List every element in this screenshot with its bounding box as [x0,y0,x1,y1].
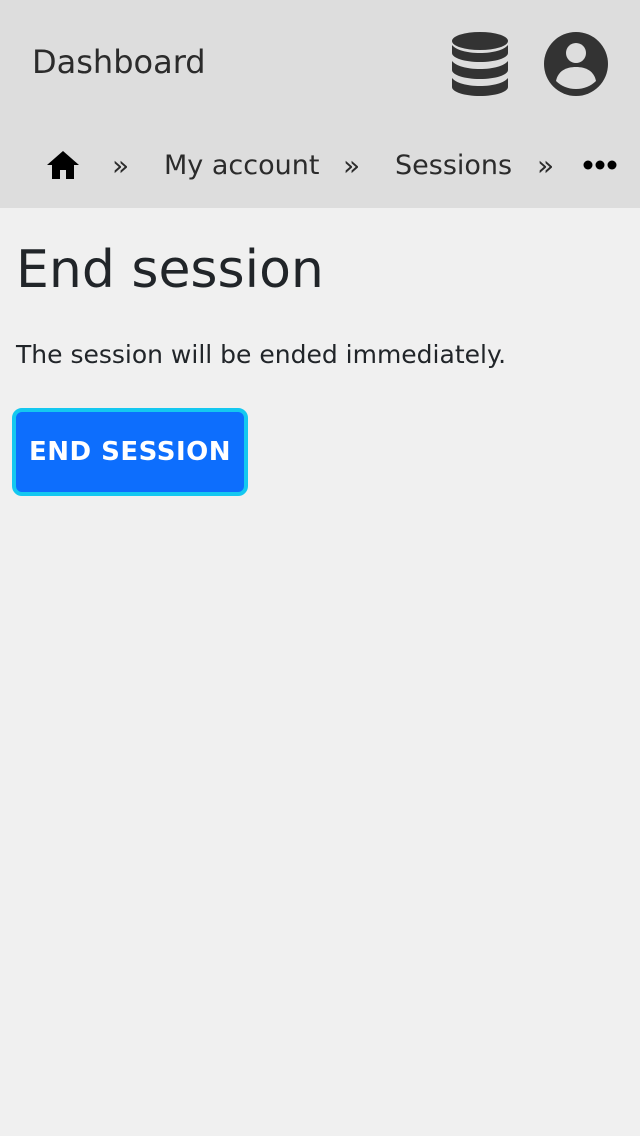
session-end-description: The session will be ended immediately. [16,340,507,369]
breadcrumb: » My account » Sessions » [0,138,640,192]
breadcrumb-home[interactable] [46,138,80,192]
database-button[interactable] [446,28,514,100]
breadcrumb-separator: » [112,148,130,182]
home-icon [47,151,79,179]
user-menu-button[interactable] [540,28,612,100]
breadcrumb-sessions[interactable]: Sessions [395,138,512,192]
database-icon [452,32,508,96]
app-title-link[interactable]: Dashboard [32,40,206,84]
app-header: Dashboard » My account » Sessions » [0,0,640,208]
user-circle-icon [544,32,608,96]
breadcrumb-more-button[interactable] [582,138,618,192]
more-horizontal-icon [583,160,617,170]
breadcrumb-my-account[interactable]: My account [164,138,319,192]
page-title: End session [16,240,324,300]
end-session-button[interactable]: END SESSION [12,408,248,496]
breadcrumb-separator: » [537,148,555,182]
breadcrumb-separator: » [343,148,361,182]
